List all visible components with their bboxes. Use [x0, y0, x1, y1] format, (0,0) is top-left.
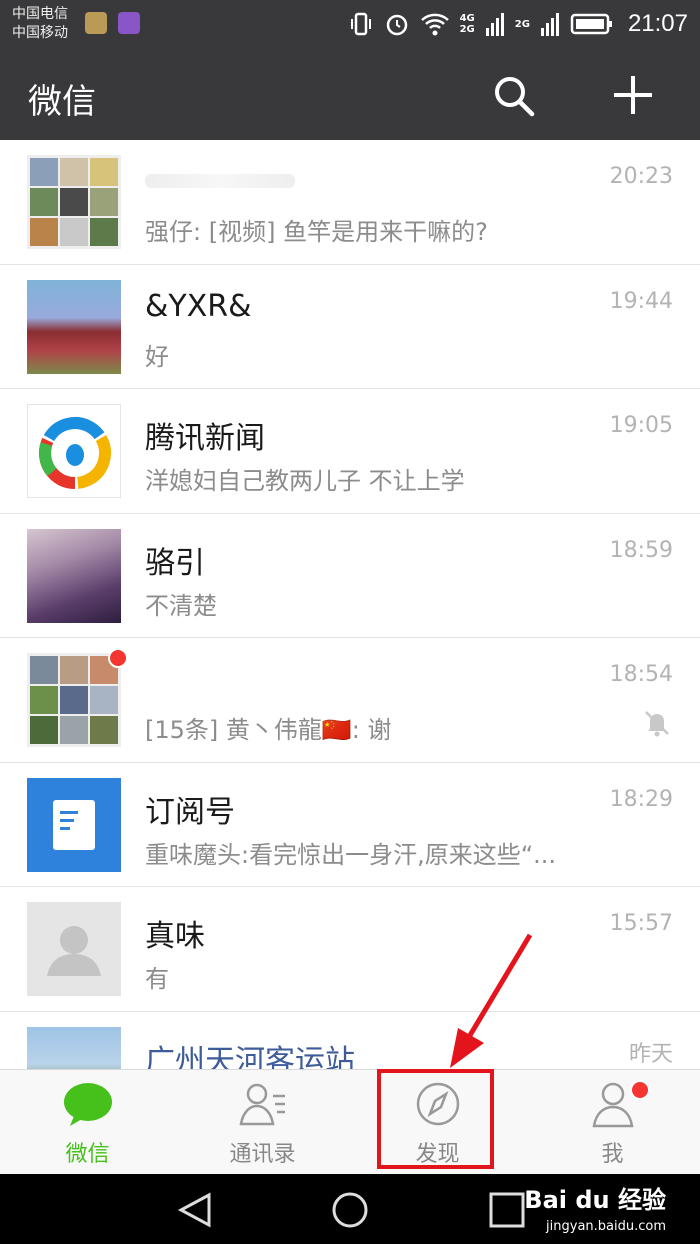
chat-name: 订阅号 — [145, 794, 235, 830]
bottom-tab-bar: 微信 通讯录 发现 我 — [0, 1069, 700, 1174]
tab-label: 我 — [601, 1142, 624, 1167]
recents-icon[interactable] — [487, 1191, 527, 1229]
plus-icon[interactable] — [610, 72, 656, 118]
alarm-icon — [386, 14, 407, 36]
status-bar: 中国电信 中国移动 4G 2G 2G 21:07 — [0, 0, 700, 48]
chat-bubble-icon — [64, 1083, 112, 1126]
chat-time: 19:05 — [609, 413, 673, 438]
watermark-url: jingyan.baidu.com — [546, 1219, 666, 1234]
chat-time: 18:29 — [609, 786, 673, 812]
contact-avatar — [27, 528, 121, 623]
chat-name: 广州天河客运站 — [145, 1043, 355, 1070]
chat-time: 18:59 — [609, 537, 673, 563]
chat-preview: 好 — [145, 342, 169, 371]
chat-time: 18:54 — [609, 662, 673, 687]
watermark-text: Bai du 经验 — [524, 1186, 666, 1214]
chat-time: 15:57 — [609, 911, 673, 936]
chat-name: &YXR& — [145, 288, 252, 324]
chat-name-obscured — [145, 174, 295, 188]
chat-preview: 强仔: [视频] 鱼竿是用来干嘛的? — [145, 218, 488, 246]
carrier-info: 中国电信 中国移动 — [12, 5, 68, 43]
document-icon — [53, 799, 95, 850]
chat-name: 真味 — [145, 919, 205, 954]
group-avatar — [27, 155, 121, 249]
chat-row[interactable]: 腾讯新闻 洋媳妇自己教两儿子 不让上学 19:05 — [0, 389, 700, 514]
network-type-2: 2G — [514, 18, 530, 30]
chat-preview: 有 — [145, 965, 169, 993]
signal-2-icon — [540, 13, 559, 36]
chat-preview: 洋媳妇自己教两儿子 不让上学 — [145, 467, 465, 495]
chat-preview: 不清楚 — [145, 591, 217, 620]
gallery-app-icon — [118, 12, 140, 34]
chat-preview: 重味魔头:看完惊出一身汗,原来这些“... — [145, 840, 557, 869]
wifi-icon — [420, 13, 449, 36]
carrier-1: 中国电信 — [12, 6, 68, 22]
chat-row[interactable]: 真味 有 15:57 — [0, 887, 700, 1012]
signal-1-icon — [485, 13, 504, 36]
tab-label: 微信 — [65, 1142, 110, 1167]
mute-bell-icon — [645, 711, 669, 737]
highlight-box — [377, 1069, 494, 1169]
watermark: Bai du 经验 jingyan.baidu.com — [524, 1180, 666, 1234]
contact-avatar — [27, 279, 121, 374]
tab-wechat[interactable]: 微信 — [0, 1070, 175, 1175]
contact-avatar — [27, 1026, 121, 1069]
chat-time: 昨天 — [628, 1041, 673, 1067]
chat-row[interactable]: 订阅号 重味魔头:看完惊出一身汗,原来这些“... 18:29 — [0, 763, 700, 887]
chat-row[interactable]: 骆引 不清楚 18:59 — [0, 514, 700, 638]
health-app-icon — [85, 12, 107, 34]
notification-badge — [630, 1080, 650, 1100]
tencent-news-logo-icon — [39, 417, 111, 489]
default-avatar — [27, 902, 121, 996]
network-type-1: 4G 2G — [459, 13, 475, 35]
tab-contacts[interactable]: 通讯录 — [175, 1070, 350, 1175]
person-placeholder-icon — [47, 926, 101, 976]
chat-list[interactable]: 强仔: [视频] 鱼竿是用来干嘛的? 20:23 &YXR& 好 19:44 腾… — [0, 140, 700, 1069]
chat-time: 20:23 — [609, 164, 673, 189]
back-icon[interactable] — [175, 1191, 215, 1229]
tab-me[interactable]: 我 — [525, 1070, 700, 1175]
arrow-annotation-icon — [450, 933, 533, 1068]
chat-row[interactable]: 强仔: [视频] 鱼竿是用来干嘛的? 20:23 — [0, 140, 700, 265]
contacts-icon — [239, 1083, 285, 1126]
battery-icon — [570, 13, 612, 35]
chat-name: 腾讯新闻 — [145, 421, 265, 456]
carrier-2: 中国移动 — [12, 25, 68, 41]
chat-row[interactable]: 广州天河客运站 昨天 — [0, 1012, 700, 1070]
unread-badge — [108, 648, 128, 668]
tencent-news-avatar — [27, 404, 121, 498]
tab-label: 通讯录 — [229, 1142, 296, 1167]
clock: 21:07 — [627, 10, 688, 37]
chat-row[interactable]: &YXR& 好 19:44 — [0, 265, 700, 389]
chat-preview: [15条] 黄丶伟龍🇨🇳: 谢 — [145, 716, 392, 744]
app-header: 微信 — [0, 48, 700, 140]
vibrate-icon — [350, 12, 371, 36]
home-icon[interactable] — [330, 1191, 370, 1229]
chat-row[interactable]: [15条] 黄丶伟龍🇨🇳: 谢 18:54 — [0, 638, 700, 763]
page-title: 微信 — [28, 82, 96, 122]
chat-time: 19:44 — [609, 288, 673, 314]
chat-name: 骆引 — [145, 545, 205, 581]
subscription-avatar — [27, 777, 121, 872]
search-icon[interactable] — [490, 72, 536, 118]
group-avatar — [27, 653, 121, 747]
